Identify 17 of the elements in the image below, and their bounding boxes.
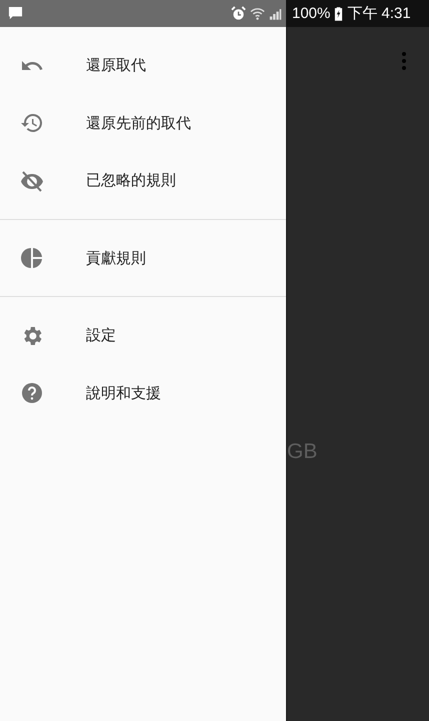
menu-item[interactable]: 貢獻規則 [0, 230, 286, 287]
menu-item[interactable]: 已忽略的規則 [0, 152, 286, 210]
message-icon [8, 6, 23, 21]
menu-item[interactable]: 設定 [0, 307, 286, 364]
menu-item[interactable]: 還原取代 [0, 37, 286, 94]
menu-item[interactable]: 說明和支援 [0, 364, 286, 422]
more-options-icon[interactable] [402, 52, 406, 70]
pie-chart-icon [20, 246, 44, 270]
battery-percent: 100% [292, 5, 330, 22]
clock: 下午 4:31 [347, 4, 411, 23]
crossed-eye-icon [20, 168, 44, 193]
menu-item[interactable]: 還原先前的取代 [0, 94, 286, 152]
help-icon [20, 381, 44, 406]
signal-icon [269, 6, 282, 20]
battery-icon [334, 6, 344, 21]
alarm-icon [231, 6, 246, 21]
wifi-icon [250, 6, 265, 21]
